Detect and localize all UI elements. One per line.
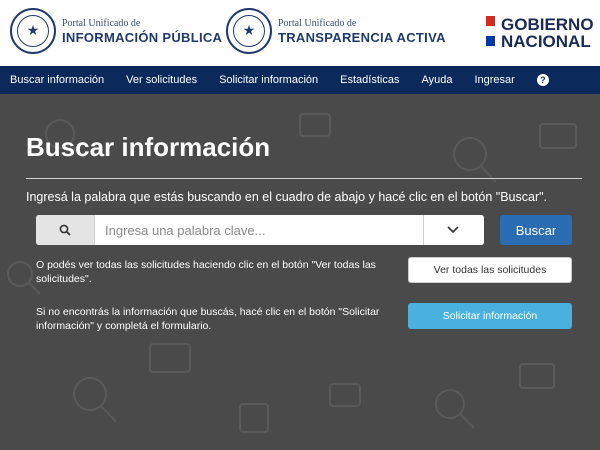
nav-ayuda[interactable]: Ayuda xyxy=(421,74,452,86)
title-divider xyxy=(26,178,582,179)
flag-icon xyxy=(486,16,495,46)
brand-subtitle: Portal Unificado de xyxy=(278,17,357,29)
site-header: Portal Unificado de INFORMACIÓN PÚBLICA … xyxy=(0,0,600,66)
solicitar-hint: Si no encontrás la información que buscá… xyxy=(36,306,380,332)
republic-seal-icon xyxy=(226,8,272,54)
search-icon xyxy=(36,215,95,245)
ver-solicitudes-button[interactable]: Ver todas las solicitudes xyxy=(408,257,572,283)
gov-line1: GOBIERNO xyxy=(501,15,594,34)
nav-ver-solicitudes[interactable]: Ver solicitudes xyxy=(126,74,197,86)
search-input[interactable] xyxy=(95,215,423,245)
search-instruction: Ingresá la palabra que estás buscando en… xyxy=(26,190,548,204)
ver-solicitudes-hint: O podés ver todas las solicitudes hacien… xyxy=(36,259,376,285)
brand-title: INFORMACIÓN PÚBLICA xyxy=(62,29,223,45)
search-panel: Buscar información Ingresá la palabra qu… xyxy=(0,94,600,450)
brand-transparencia-activa[interactable]: Portal Unificado de TRANSPARENCIA ACTIVA xyxy=(226,8,446,54)
brand-subtitle: Portal Unificado de xyxy=(62,17,141,29)
republic-seal-icon xyxy=(10,8,56,54)
nav-solicitar-informacion[interactable]: Solicitar información xyxy=(219,74,318,86)
gobierno-nacional-logo: GOBIERNO NACIONAL xyxy=(486,16,594,50)
brand-informacion-publica[interactable]: Portal Unificado de INFORMACIÓN PÚBLICA xyxy=(10,8,222,54)
gov-line2: NACIONAL xyxy=(501,32,591,51)
search-bar xyxy=(36,215,484,245)
brand-title: TRANSPARENCIA ACTIVA xyxy=(278,29,446,45)
page-title: Buscar información xyxy=(26,132,271,162)
search-button[interactable]: Buscar xyxy=(500,215,572,245)
nav-ingresar[interactable]: Ingresar xyxy=(474,74,514,86)
help-icon[interactable]: ? xyxy=(536,74,549,86)
main-nav: Buscar información Ver solicitudes Solic… xyxy=(0,66,600,94)
chevron-down-icon[interactable] xyxy=(423,215,484,245)
nav-buscar-informacion[interactable]: Buscar información xyxy=(10,74,104,86)
solicitar-informacion-button[interactable]: Solicitar información xyxy=(408,303,572,329)
nav-estadisticas[interactable]: Estadísticas xyxy=(340,74,399,86)
